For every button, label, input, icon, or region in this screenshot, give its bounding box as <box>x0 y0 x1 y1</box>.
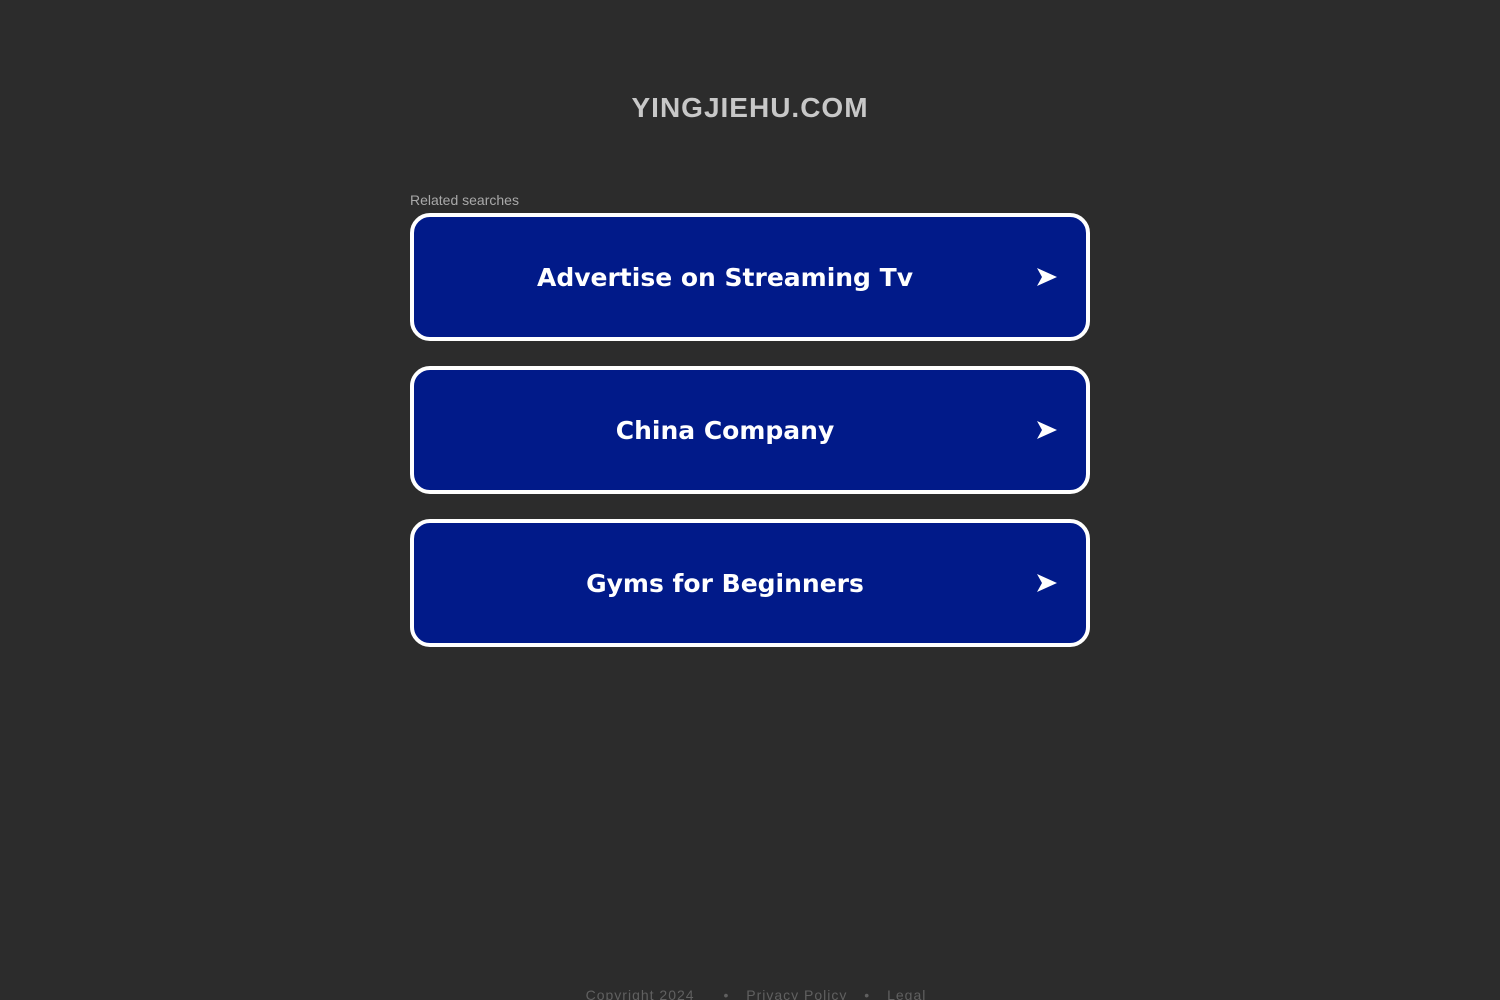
privacy-policy-link[interactable]: Privacy Policy <box>746 987 847 1000</box>
related-search-link[interactable]: China Company <box>410 366 1090 494</box>
footer-separator: • <box>864 987 871 1000</box>
arrow-right-icon <box>1037 421 1057 439</box>
arrow-right-icon <box>1037 268 1057 286</box>
related-search-link[interactable]: Advertise on Streaming Tv <box>410 213 1090 341</box>
related-search-label: China Company <box>615 415 835 445</box>
footer: Copyright 2024 • Privacy Policy • Legal <box>0 987 1500 1000</box>
related-search-link[interactable]: Gyms for Beginners <box>410 519 1090 647</box>
arrow-right-icon <box>1037 574 1057 592</box>
copyright-text: Copyright 2024 <box>585 987 695 1000</box>
related-search-label: Advertise on Streaming Tv <box>536 262 914 292</box>
footer-separator: • <box>723 987 730 1000</box>
legal-link[interactable]: Legal <box>887 987 926 1000</box>
page: YINGJIEHU.COM Related searches Advertise… <box>0 0 1500 1000</box>
related-searches-list: Advertise on Streaming Tv China Company … <box>410 213 1090 672</box>
site-title: YINGJIEHU.COM <box>631 92 869 123</box>
related-searches-label: Related searches <box>410 192 519 208</box>
related-search-label: Gyms for Beginners <box>586 568 864 598</box>
